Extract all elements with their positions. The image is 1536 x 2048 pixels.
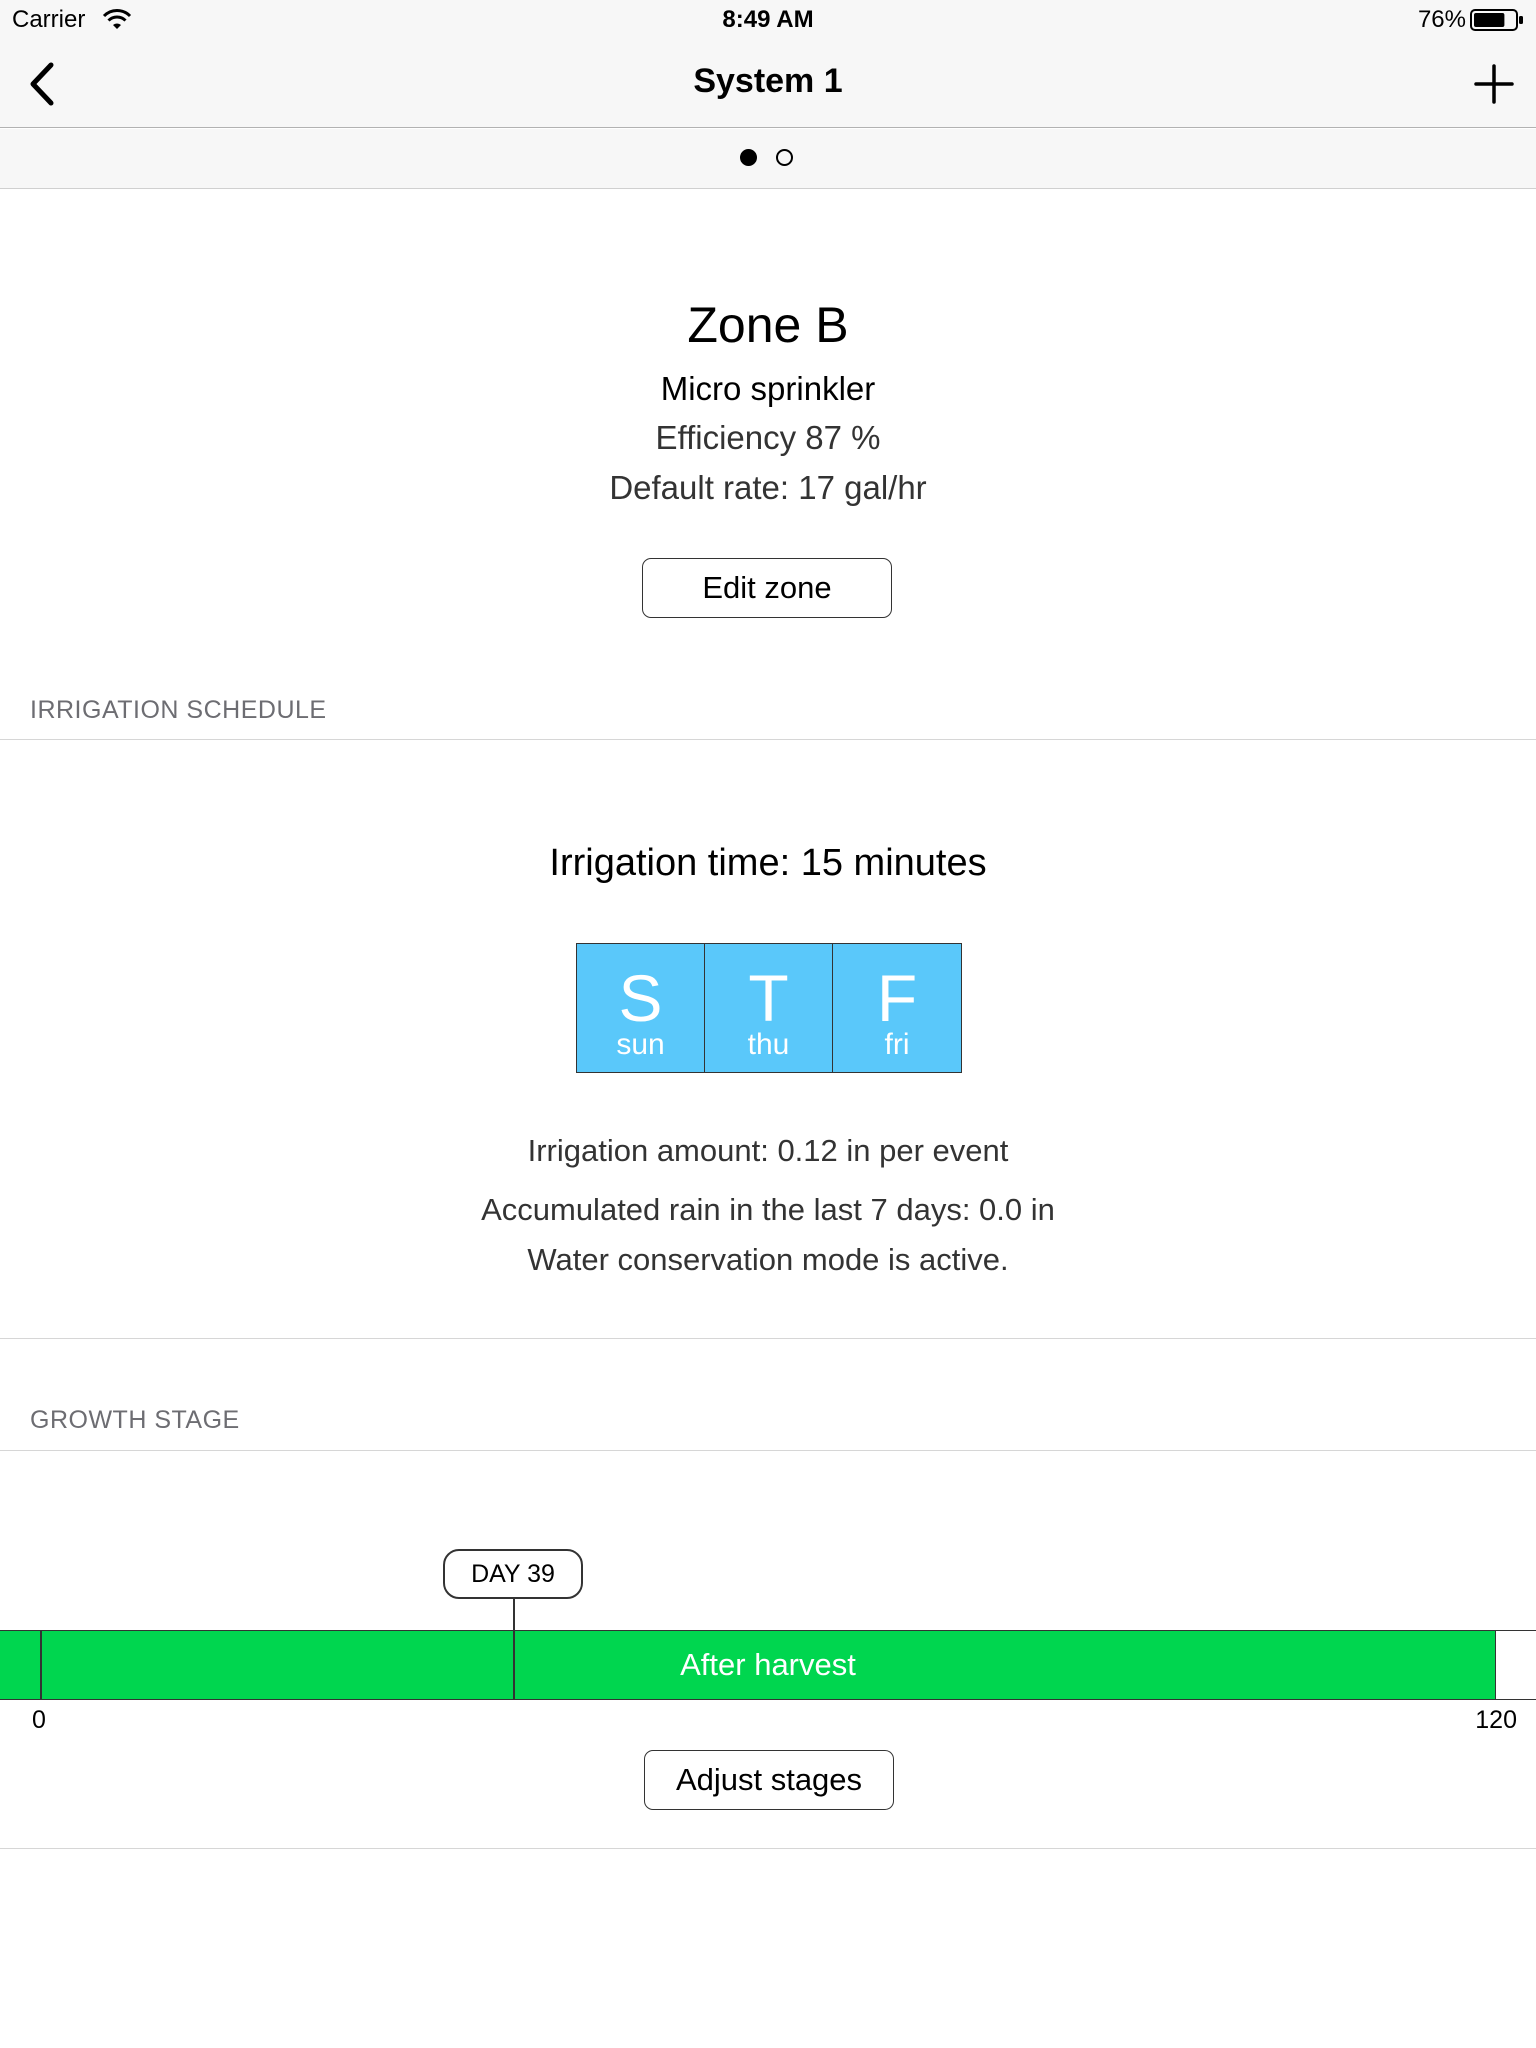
axis-max-label: 120 (1475, 1706, 1517, 1734)
accumulated-rain: Accumulated rain in the last 7 days: 0.0… (481, 1192, 1055, 1227)
edit-zone-button[interactable]: Edit zone (642, 558, 892, 618)
growth-stage-bar: After harvest (0, 1630, 1536, 1700)
adjust-stages-button[interactable]: Adjust stages (644, 1750, 894, 1810)
battery-icon (1470, 9, 1523, 31)
clock: 8:49 AM (722, 6, 814, 33)
page-dot[interactable] (776, 149, 793, 166)
day-tile-fri[interactable]: F fri (833, 944, 961, 1072)
axis-min-label: 0 (32, 1706, 46, 1734)
day-tile-sun[interactable]: S sun (577, 944, 705, 1072)
status-bar: Carrier 8:49 AM 76% (0, 0, 1536, 40)
irrigation-schedule-header: IRRIGATION SCHEDULE (30, 696, 327, 724)
day-name: sun (616, 1028, 665, 1061)
stage-label: After harvest (680, 1647, 856, 1682)
divider (0, 739, 1536, 740)
irrigation-days: S sun T thu F fri (576, 943, 962, 1073)
conservation-mode-status: Water conservation mode is active. (527, 1242, 1009, 1277)
zone-type: Micro sprinkler (660, 370, 876, 407)
zone-default-rate: Default rate: 17 gal/hr (609, 469, 927, 506)
day-letter: S (618, 961, 663, 1035)
irrigation-time: Irrigation time: 15 minutes (549, 842, 987, 884)
page-title: System 1 (693, 62, 843, 100)
day-letter: F (876, 961, 918, 1035)
day-marker-line (513, 1598, 515, 1700)
plus-icon (1474, 64, 1514, 104)
current-day-marker[interactable]: DAY 39 (443, 1549, 583, 1599)
day-name: thu (747, 1028, 790, 1061)
irrigation-amount: Irrigation amount: 0.12 in per event (527, 1133, 1009, 1168)
page-control[interactable] (0, 129, 1536, 189)
zone-name: Zone B (687, 297, 849, 353)
page-dots (740, 149, 793, 166)
page-dot[interactable] (740, 149, 757, 166)
day-name: fri (884, 1028, 910, 1061)
divider (0, 1848, 1536, 1849)
day-letter: T (748, 961, 789, 1035)
day-tile-thu[interactable]: T thu (705, 944, 833, 1072)
navigation-bar: System 1 (0, 40, 1536, 128)
divider (0, 1338, 1536, 1339)
zone-efficiency: Efficiency 87 % (655, 419, 881, 456)
battery-percent: 76% (1417, 6, 1466, 33)
add-button[interactable] (1466, 56, 1522, 112)
divider (0, 1450, 1536, 1451)
growth-stage-header: GROWTH STAGE (30, 1406, 240, 1434)
